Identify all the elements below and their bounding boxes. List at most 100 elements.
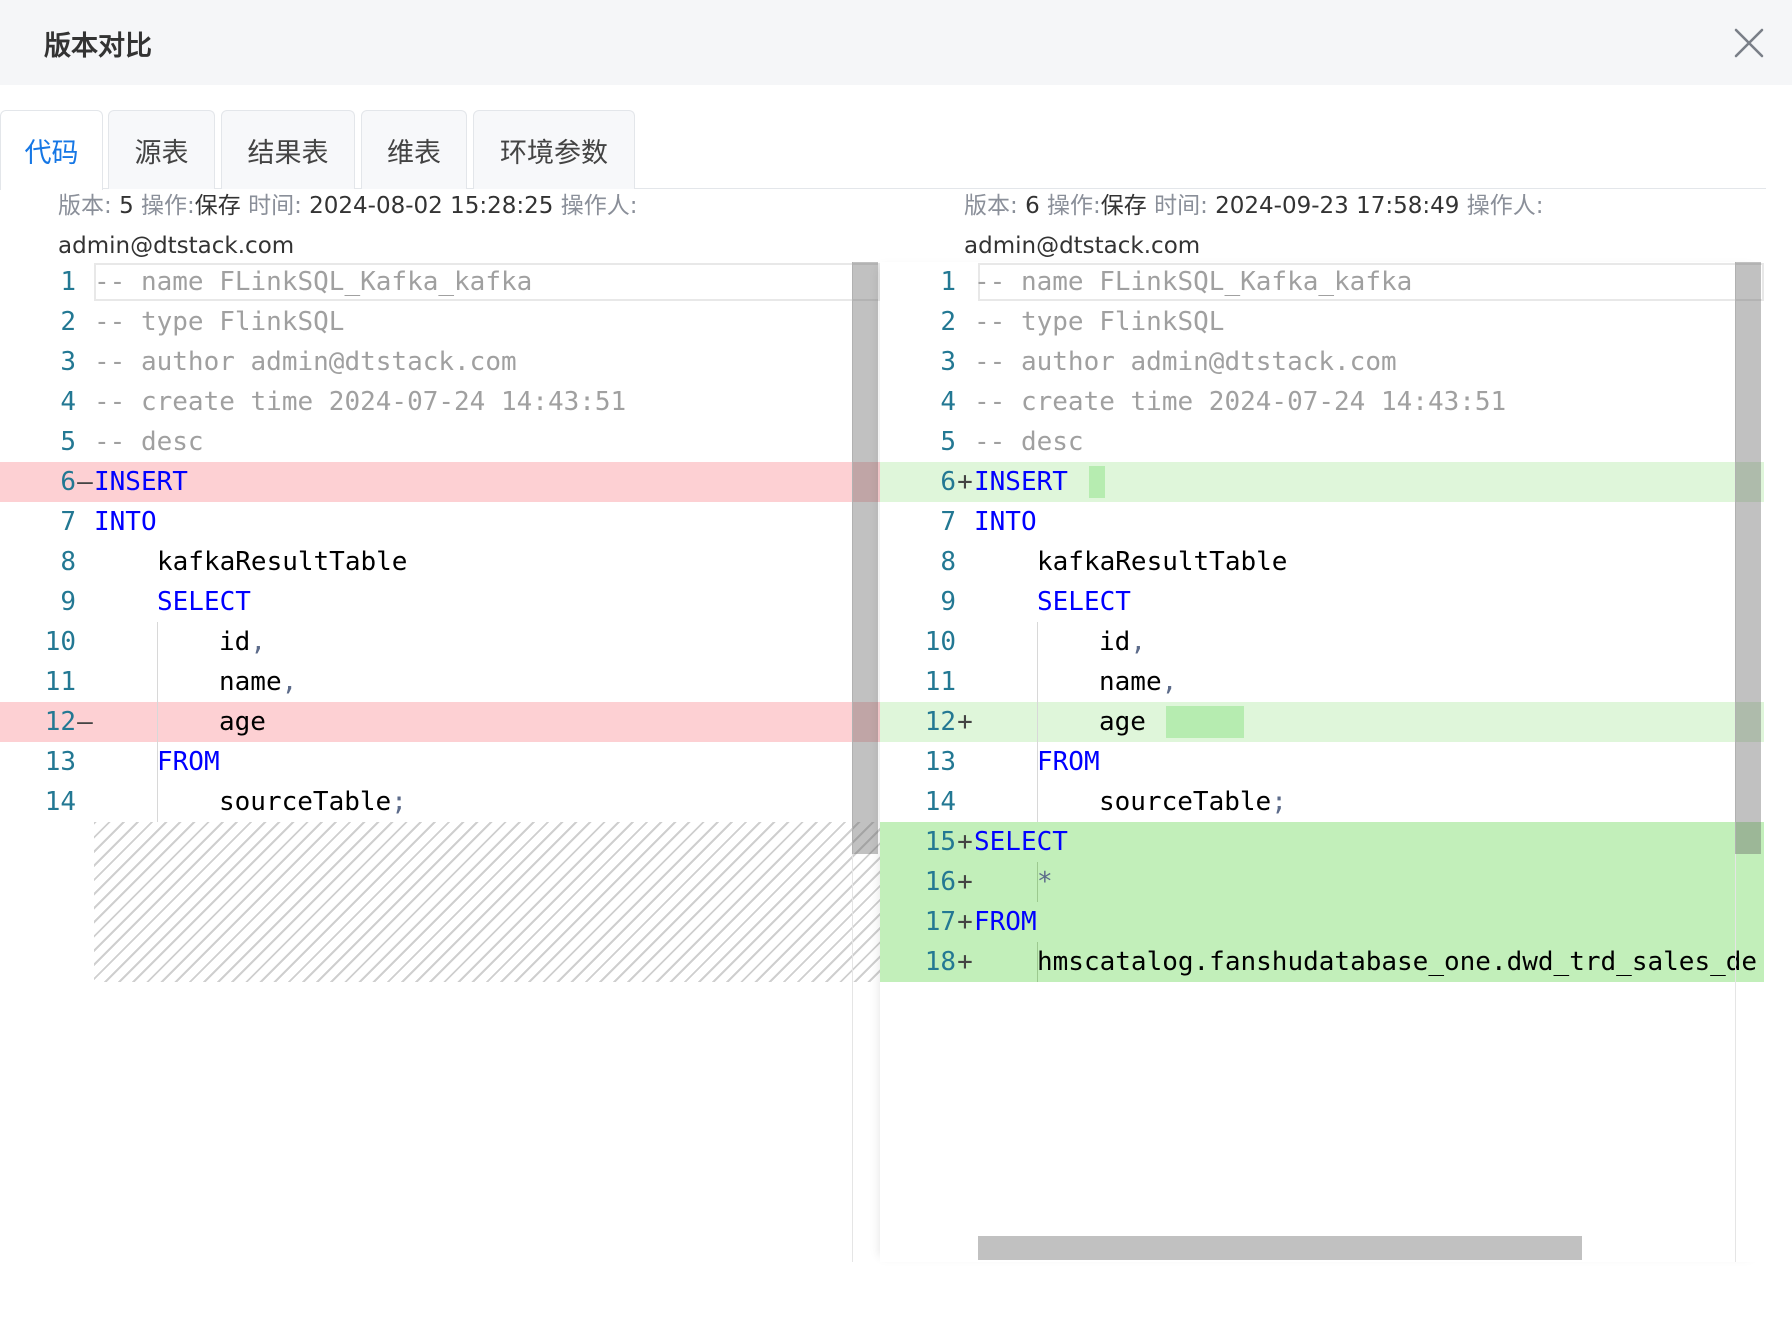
code-line: 1 -- name FLinkSQL_Kafka_kafka xyxy=(0,262,880,302)
line-number: 4 xyxy=(940,387,956,417)
code-punct: ; xyxy=(1271,787,1287,817)
code-line: 13 FROM xyxy=(0,742,880,782)
tab-dimension-table[interactable]: 维表 xyxy=(361,110,467,189)
code-text: SELECT xyxy=(974,827,1068,857)
close-icon[interactable] xyxy=(1730,24,1768,62)
code-line: 3 -- author admin@dtstack.com xyxy=(880,342,1764,382)
code-punct: , xyxy=(1161,667,1178,697)
line-number: 2 xyxy=(60,307,76,337)
line-number: 9 xyxy=(940,587,956,617)
version-value: 6 xyxy=(1025,193,1040,219)
code-punct: , xyxy=(281,667,298,697)
code-line: 5 -- desc xyxy=(880,422,1764,462)
diff-marker: + xyxy=(957,947,973,977)
vertical-scrollbar[interactable] xyxy=(852,262,878,854)
code-punct: ; xyxy=(391,787,407,817)
line-number: 3 xyxy=(60,347,76,377)
code-text: kafkaResultTable xyxy=(157,547,408,577)
diff-marker: + xyxy=(957,827,973,857)
code-text: SELECT xyxy=(157,587,251,617)
line-number: 12 xyxy=(44,707,76,737)
tab-code[interactable]: 代码 xyxy=(0,110,103,190)
line-number: 12 xyxy=(924,707,956,737)
code-line: 8 kafkaResultTable xyxy=(880,542,1764,582)
line-number: 13 xyxy=(44,747,76,777)
line-number: 10 xyxy=(924,627,956,657)
line-number: 6 xyxy=(940,467,956,497)
line-number: 14 xyxy=(924,787,956,817)
version-value: 5 xyxy=(119,193,134,219)
code-text: name xyxy=(219,667,282,697)
added-line: 12 + age xyxy=(880,702,1764,742)
version-label: 版本: xyxy=(964,193,1018,219)
code-text: SELECT xyxy=(1037,587,1131,617)
code-text: sourceTable xyxy=(1099,787,1272,817)
modified-editor[interactable]: 1 -- name FLinkSQL_Kafka_kafka 2 -- type F… xyxy=(880,262,1764,1262)
tab-env-params[interactable]: 环境参数 xyxy=(473,110,635,189)
time-value: 2024-08-02 15:28:25 xyxy=(309,193,554,219)
operation-value: 保存 xyxy=(194,193,241,219)
code-text: * xyxy=(1037,867,1053,897)
original-editor[interactable]: 1 -- name FLinkSQL_Kafka_kafka 2 -- type F… xyxy=(0,262,880,1262)
version-label: 版本: xyxy=(58,193,112,219)
indent-guide xyxy=(1037,622,1038,822)
line-number: 4 xyxy=(60,387,76,417)
deleted-line: 6— INSERT xyxy=(0,462,880,502)
code-line: 14 sourceTable; xyxy=(880,782,1764,822)
inserted-char-highlight xyxy=(1166,706,1244,738)
diff-marker: + xyxy=(957,907,973,937)
line-number: 5 xyxy=(940,427,956,457)
operator-label: 操作人: xyxy=(1466,193,1544,219)
line-number: 8 xyxy=(940,547,956,577)
indent-guide xyxy=(1037,942,1038,982)
code-line: 1 -- name FLinkSQL_Kafka_kafka xyxy=(880,262,1764,302)
code-text: -- desc xyxy=(974,427,1084,457)
tab-result-table[interactable]: 结果表 xyxy=(221,110,355,189)
added-line: 15 + SELECT xyxy=(880,822,1764,862)
line-number: 7 xyxy=(60,507,76,537)
code-text: FROM xyxy=(974,907,1037,937)
line-number: 16 xyxy=(924,867,956,897)
code-text: -- create time 2024-07-24 14:43:51 xyxy=(94,387,627,417)
code-line: 10 id, xyxy=(0,622,880,662)
code-text: hmscatalog.fanshudatabase_one.dwd_trd_sa… xyxy=(1037,947,1758,977)
line-number: 7 xyxy=(940,507,956,537)
line-number: 10 xyxy=(44,627,76,657)
code-line: 7 INTO xyxy=(0,502,880,542)
tab-source-table[interactable]: 源表 xyxy=(108,110,215,189)
code-line: 11 name, xyxy=(880,662,1764,702)
line-number: 11 xyxy=(924,667,956,697)
vertical-scrollbar[interactable] xyxy=(1735,262,1761,854)
code-line: 14 sourceTable; xyxy=(0,782,880,822)
indent-guide xyxy=(1037,862,1038,902)
code-text: kafkaResultTable xyxy=(1037,547,1288,577)
horizontal-scrollbar[interactable] xyxy=(978,1236,1582,1260)
code-text: -- desc xyxy=(94,427,204,457)
code-line: 4 -- create time 2024-07-24 14:43:51 xyxy=(880,382,1764,422)
inserted-char-highlight xyxy=(1089,466,1105,498)
code-line: 11 name, xyxy=(0,662,880,702)
code-text: FROM xyxy=(157,747,220,777)
deleted-line: 12— age xyxy=(0,702,880,742)
line-number: 14 xyxy=(44,787,76,817)
line-number: 15 xyxy=(924,827,956,857)
time-value: 2024-09-23 17:58:49 xyxy=(1215,193,1460,219)
line-number: 17 xyxy=(924,907,956,937)
line-number: 13 xyxy=(924,747,956,777)
line-number: 18 xyxy=(924,947,956,977)
diff-marker: + xyxy=(957,707,973,737)
operation-value: 保存 xyxy=(1100,193,1147,219)
line-number: 5 xyxy=(60,427,76,457)
added-line: 17 + FROM xyxy=(880,902,1764,942)
code-text: -- name FLinkSQL_Kafka_kafka xyxy=(94,267,533,297)
operation-label: 操作: xyxy=(1047,193,1101,219)
time-label: 时间: xyxy=(248,193,302,219)
line-number: 2 xyxy=(940,307,956,337)
code-line: 2 -- type FlinkSQL xyxy=(0,302,880,342)
code-text: -- create time 2024-07-24 14:43:51 xyxy=(974,387,1507,417)
code-text: -- type FlinkSQL xyxy=(974,307,1225,337)
code-punct: , xyxy=(250,627,266,657)
diff-marker: — xyxy=(77,707,93,737)
operator-value: admin@dtstack.com xyxy=(964,233,1201,259)
code-line: 13 FROM xyxy=(880,742,1764,782)
